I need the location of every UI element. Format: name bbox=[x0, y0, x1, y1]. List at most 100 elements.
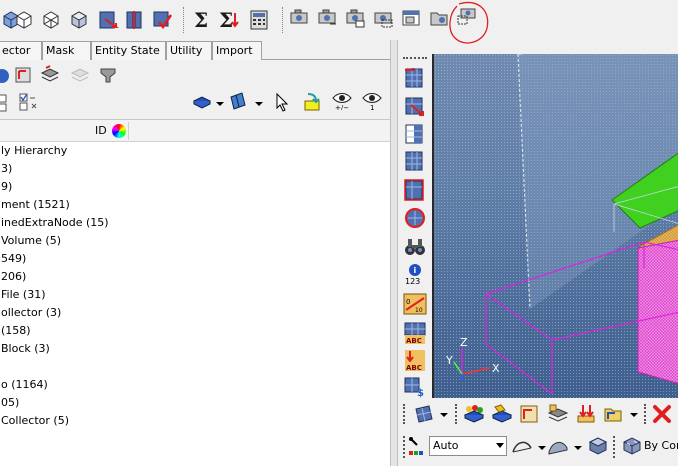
isolate-arrow-icon[interactable] bbox=[302, 92, 322, 112]
tree-row[interactable]: 05) bbox=[0, 394, 390, 412]
shaded-cube-icon[interactable] bbox=[587, 435, 609, 457]
tree-row[interactable]: Collector (5) bbox=[0, 412, 390, 430]
triad-y-label: Y bbox=[445, 354, 453, 367]
camera-restore-icon[interactable] bbox=[344, 7, 366, 29]
cube-wire-icon[interactable] bbox=[13, 9, 35, 31]
component-icon[interactable] bbox=[0, 66, 12, 86]
tree-row[interactable]: 9) bbox=[0, 178, 390, 196]
by-comp-label[interactable]: By Com bbox=[644, 439, 678, 452]
chevron-down-icon[interactable] bbox=[496, 443, 504, 448]
folder-plot-icon[interactable] bbox=[603, 403, 625, 425]
mesh-border-icon[interactable] bbox=[403, 178, 427, 202]
camera-save-icon[interactable] bbox=[316, 7, 338, 29]
mesh-grid-icon[interactable] bbox=[403, 149, 427, 173]
toolbar-separator bbox=[282, 7, 284, 33]
shaded-surface-icon[interactable] bbox=[547, 436, 569, 458]
tree-row[interactable]: inedExtraNode (15) bbox=[0, 214, 390, 232]
scale-ruler-icon[interactable]: 0 10 bbox=[403, 292, 427, 316]
id-info-icon[interactable]: i 123 bbox=[403, 262, 427, 286]
component-yellow-icon[interactable] bbox=[491, 403, 513, 425]
toolbar-separator bbox=[183, 7, 185, 33]
delete-x-icon[interactable] bbox=[651, 403, 673, 425]
dropdown-arrow-icon[interactable] bbox=[567, 436, 589, 458]
expand-checkbox-icon[interactable] bbox=[0, 93, 14, 113]
show-plus-minus-icon[interactable]: +/− bbox=[332, 90, 352, 112]
cube-shaded-icon[interactable] bbox=[68, 9, 90, 31]
tree-row[interactable]: (158) bbox=[0, 322, 390, 340]
dropdown-arrow-icon[interactable] bbox=[249, 93, 269, 113]
renumber-icon[interactable]: $ bbox=[403, 374, 427, 399]
color-wheel-icon[interactable] bbox=[112, 124, 126, 138]
component-filter-icon[interactable] bbox=[98, 65, 118, 85]
tree-row[interactable]: ment (1521) bbox=[0, 196, 390, 214]
toolbar-grip bbox=[644, 404, 646, 424]
red-annotation-circle bbox=[449, 1, 489, 44]
mesh-view-icon[interactable] bbox=[413, 403, 435, 425]
abc-arrow-icon[interactable]: ABC bbox=[403, 348, 427, 372]
tab-collector[interactable]: ector bbox=[0, 41, 42, 60]
tree-row[interactable]: 206) bbox=[0, 268, 390, 286]
tab-entity-state[interactable]: Entity State bbox=[91, 41, 166, 60]
svg-text:ABC: ABC bbox=[406, 364, 422, 372]
column-id-header[interactable]: ID bbox=[95, 124, 107, 137]
toolbar-grip bbox=[613, 436, 615, 458]
dropdown-arrow-icon[interactable] bbox=[210, 93, 230, 113]
hypermesh-window: Σ Σ ector Mask Entity State Utility Impo… bbox=[0, 0, 678, 466]
dropdown-arrow-icon[interactable] bbox=[433, 403, 455, 425]
sigma-icon[interactable]: Σ bbox=[190, 9, 212, 31]
mesh-split-icon[interactable] bbox=[123, 9, 145, 31]
browser-toolbar: +/− 1 bbox=[0, 60, 393, 120]
component-color-icon[interactable] bbox=[463, 403, 485, 425]
camera-dashed-icon[interactable] bbox=[372, 7, 394, 29]
mesh-plot-icon[interactable] bbox=[403, 66, 427, 90]
browser-tabs: ector Mask Entity State Utility Import bbox=[0, 41, 396, 60]
tree-row[interactable]: Volume (5) bbox=[0, 232, 390, 250]
calculator-icon[interactable] bbox=[248, 9, 270, 31]
mesh-check-icon[interactable] bbox=[151, 9, 173, 31]
checkbox-toggle-icon[interactable] bbox=[18, 92, 38, 112]
tree-row[interactable]: Block (3) bbox=[0, 340, 390, 358]
mesh-arrow-icon[interactable] bbox=[403, 95, 427, 119]
component-plot-icon[interactable] bbox=[14, 65, 34, 85]
tab-import[interactable]: Import bbox=[212, 41, 262, 60]
sigma-sort-icon[interactable]: Σ bbox=[218, 9, 240, 31]
tree-row[interactable]: o (1164) bbox=[0, 376, 390, 394]
cursor-select-icon[interactable] bbox=[272, 92, 292, 112]
mesh-red-arrow-icon[interactable] bbox=[97, 9, 119, 31]
show-one-icon[interactable]: 1 bbox=[362, 90, 382, 112]
dropdown-arrow-icon[interactable] bbox=[623, 403, 645, 425]
material-stack-icon[interactable] bbox=[547, 403, 569, 425]
solid-display-icon[interactable] bbox=[192, 92, 212, 112]
binoculars-icon[interactable] bbox=[403, 235, 427, 259]
display-mode-toolbar: Auto By Com bbox=[399, 430, 678, 466]
tree-row[interactable]: 549) bbox=[0, 250, 390, 268]
tree-row[interactable]: ollector (3) bbox=[0, 304, 390, 322]
color-mode-select[interactable]: Auto bbox=[429, 436, 507, 456]
shell-display-icon[interactable] bbox=[228, 91, 248, 111]
tree-row[interactable] bbox=[0, 358, 390, 376]
tree-row[interactable]: File (31) bbox=[0, 286, 390, 304]
model-mesh-graphic: Z Y X bbox=[434, 54, 678, 398]
triad-z-label: Z bbox=[460, 336, 468, 349]
svg-text:i: i bbox=[414, 266, 417, 275]
tree-row[interactable]: ly Hierarchy bbox=[0, 142, 390, 160]
abc-mesh-icon[interactable]: ABC bbox=[403, 321, 427, 345]
cube-hidden-lines-icon[interactable] bbox=[40, 9, 62, 31]
wire-surface-icon[interactable] bbox=[511, 436, 533, 458]
color-mode-icon[interactable] bbox=[407, 435, 429, 457]
tree-row[interactable]: 3) bbox=[0, 160, 390, 178]
tab-utility[interactable]: Utility bbox=[166, 41, 212, 60]
graphics-viewport[interactable]: Z Y X bbox=[432, 54, 678, 398]
property-plot-icon[interactable] bbox=[519, 403, 541, 425]
panel-splitter[interactable] bbox=[390, 40, 398, 466]
load-arrow-icon[interactable] bbox=[575, 403, 597, 425]
component-stack-icon[interactable] bbox=[40, 65, 60, 85]
visualization-toolbar bbox=[399, 400, 678, 428]
tab-mask[interactable]: Mask bbox=[42, 41, 91, 60]
by-component-cube-icon[interactable] bbox=[621, 435, 643, 457]
camera-view-icon[interactable] bbox=[288, 7, 310, 29]
window-view-icon[interactable] bbox=[400, 7, 422, 29]
mesh-circle-icon[interactable] bbox=[403, 206, 427, 230]
mesh-half-icon[interactable] bbox=[403, 122, 427, 146]
view-toolbar: i 123 0 10 ABC ABC $ bbox=[399, 40, 431, 400]
